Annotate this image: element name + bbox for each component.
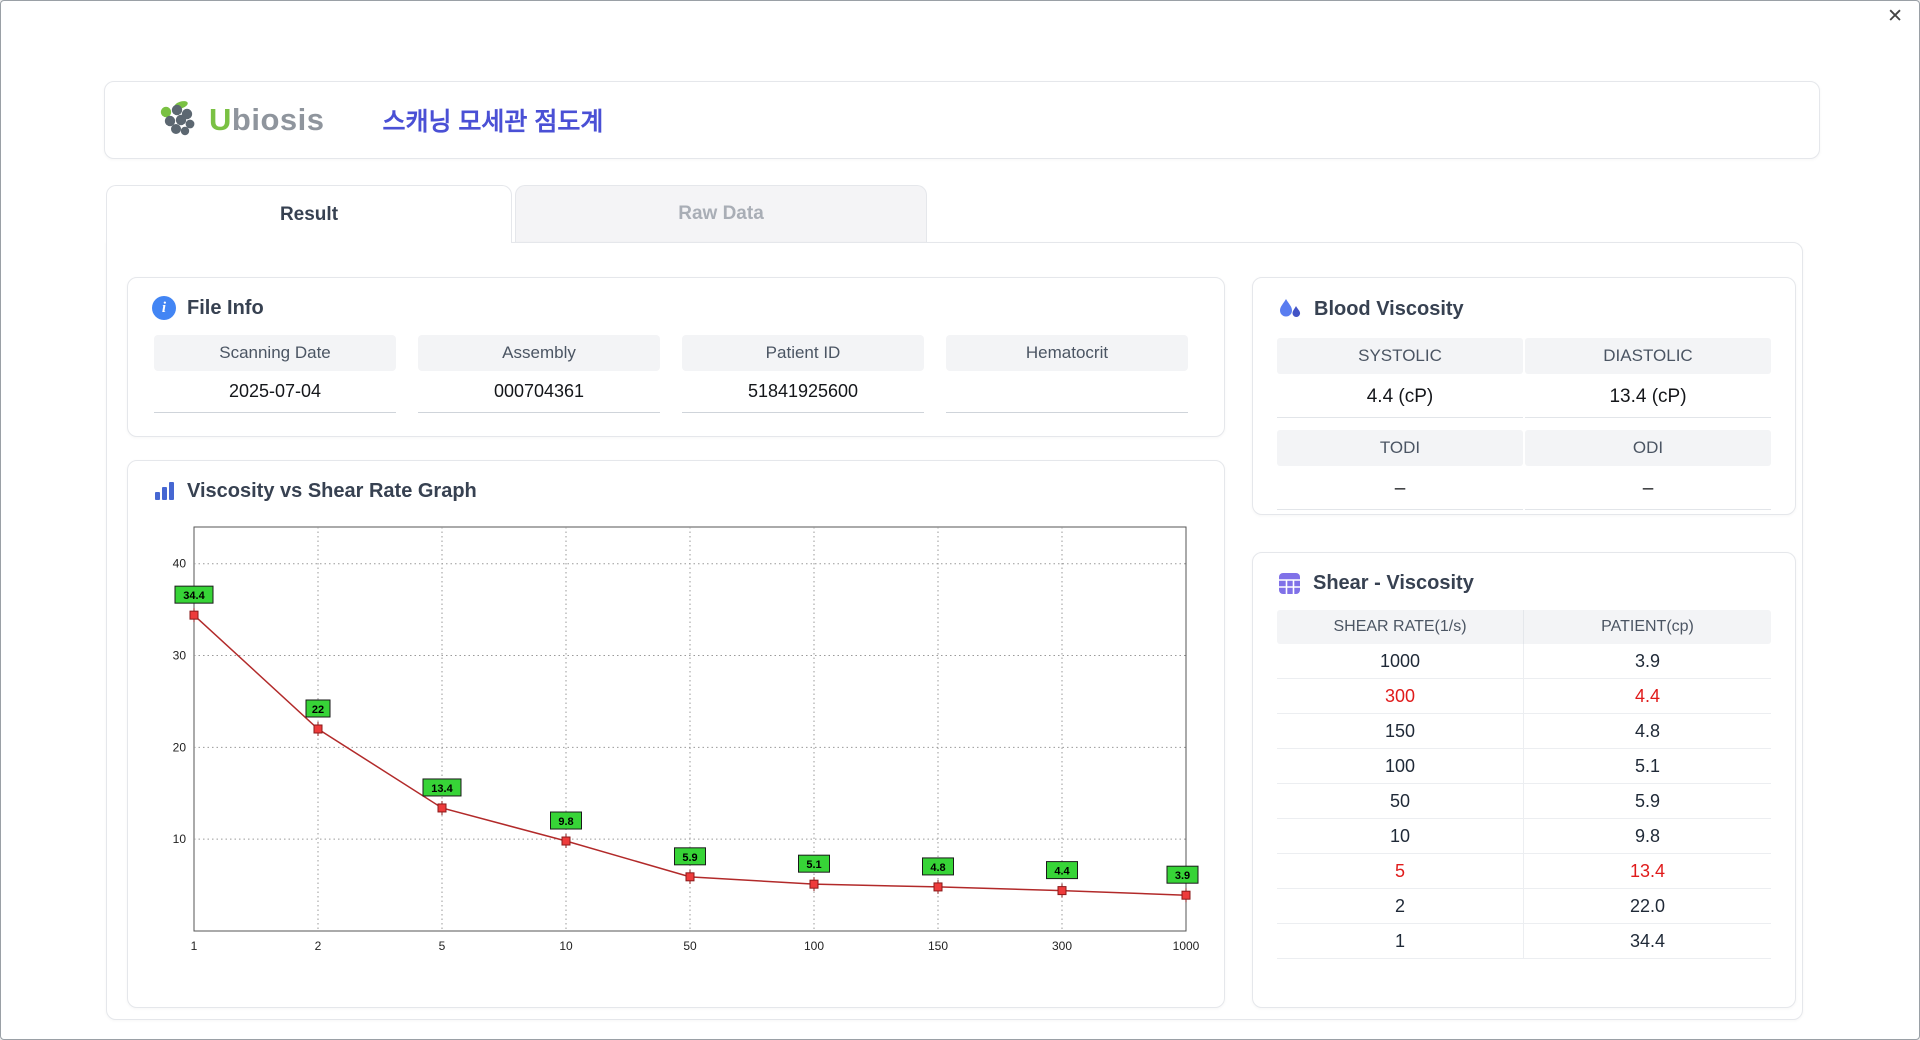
page-title: 스캐닝 모세관 점도계	[382, 108, 604, 136]
shear-cell: 150	[1277, 714, 1524, 748]
svg-text:300: 300	[1052, 939, 1072, 953]
field-assembly: Assembly 000704361	[418, 335, 660, 413]
header: Ubiosis 스캐닝 모세관 점도계	[104, 81, 1820, 159]
viscosity-chart: 10 20 30 40 1 2 5 10 50 100 150 300 1000 34.4 22 13.4 9.…	[152, 511, 1200, 990]
table-row: 1 34.4	[1277, 924, 1771, 959]
field-value	[946, 371, 1188, 413]
tab-result[interactable]: Result	[106, 185, 512, 243]
patient-cell: 9.8	[1634, 825, 1661, 846]
table-row: 10 9.8	[1277, 819, 1771, 854]
svg-text:150: 150	[928, 939, 948, 953]
viscosity-graph-card: Viscosity vs Shear Rate Graph 10 20 30 40 1 2…	[127, 460, 1225, 1008]
svg-text:40: 40	[173, 557, 187, 571]
table-row: 100 5.1	[1277, 749, 1771, 784]
shear-cell: 1000	[1277, 644, 1524, 678]
shear-cell: 1	[1277, 924, 1524, 958]
todi-value: –	[1277, 468, 1523, 510]
shear-cell: 10	[1277, 819, 1524, 853]
patient-cell: 4.4	[1634, 685, 1661, 706]
grape-cluster-icon	[160, 101, 195, 136]
svg-text:50: 50	[683, 939, 697, 953]
svg-text:5: 5	[439, 939, 446, 953]
svg-text:13.4: 13.4	[431, 783, 453, 795]
line-chart: 10 20 30 40 1 2 5 10 50 100 150 300 1000 34.4 22 13.4 9.…	[173, 526, 1200, 953]
shear-cell: 2	[1277, 889, 1524, 923]
svg-text:100: 100	[804, 939, 824, 953]
field-hematocrit: Hematocrit	[946, 335, 1188, 413]
svg-text:9.8: 9.8	[558, 816, 573, 828]
table-icon	[1279, 573, 1300, 594]
close-icon[interactable]: ✕	[1887, 7, 1903, 26]
shear-table-header: SHEAR RATE(1/s) PATIENT(cp)	[1277, 610, 1771, 644]
svg-text:34.4: 34.4	[183, 590, 205, 602]
svg-text:3.9: 3.9	[1175, 870, 1190, 882]
odi-header: ODI	[1525, 430, 1771, 466]
field-scanning-date: Scanning Date 2025-07-04	[154, 335, 396, 413]
systolic-header: SYSTOLIC	[1277, 338, 1523, 374]
logo-text: Ubiosis	[209, 102, 325, 137]
svg-text:4.4: 4.4	[1054, 866, 1070, 878]
col-shear-rate: SHEAR RATE(1/s)	[1277, 610, 1524, 644]
shear-cell: 5	[1277, 854, 1524, 888]
svg-text:22: 22	[312, 704, 324, 716]
svg-text:30: 30	[173, 649, 187, 663]
svg-text:5.1: 5.1	[806, 859, 821, 871]
shear-table-body: 1000 3.9 300 4.4 150 4.8 100 5.1 50 5.9 …	[1277, 644, 1771, 959]
app-window: ✕ Ubiosis 스캐닝 모세관 점도계 Result Raw Data i	[0, 0, 1920, 1040]
blood-viscosity-title: Blood Viscosity	[1314, 297, 1464, 320]
tab-raw-data[interactable]: Raw Data	[515, 185, 927, 242]
diastolic-value: 13.4 (cP)	[1525, 376, 1771, 418]
svg-text:5.9: 5.9	[682, 852, 697, 864]
field-value: 2025-07-04	[154, 371, 396, 413]
svg-text:2: 2	[315, 939, 322, 953]
field-patient-id: Patient ID 51841925600	[682, 335, 924, 413]
file-info-title: File Info	[187, 296, 264, 319]
field-label: Scanning Date	[154, 335, 396, 371]
todi-header: TODI	[1277, 430, 1523, 466]
col-patient: PATIENT(cp)	[1601, 618, 1694, 635]
svg-text:1000: 1000	[1173, 939, 1200, 953]
odi-value: –	[1525, 468, 1771, 510]
field-label: Hematocrit	[946, 335, 1188, 371]
file-info-card: i File Info Scanning Date 2025-07-04 Ass…	[127, 277, 1225, 437]
svg-text:20: 20	[173, 740, 187, 754]
field-label: Assembly	[418, 335, 660, 371]
field-value: 51841925600	[682, 371, 924, 413]
table-row: 5 13.4	[1277, 854, 1771, 889]
diastolic-header: DIASTOLIC	[1525, 338, 1771, 374]
svg-text:10: 10	[559, 939, 573, 953]
table-row: 300 4.4	[1277, 679, 1771, 714]
blood-viscosity-card: Blood Viscosity SYSTOLIC DIASTOLIC 4.4 (…	[1252, 277, 1796, 515]
shear-cell: 300	[1277, 679, 1524, 713]
table-row: 50 5.9	[1277, 784, 1771, 819]
patient-cell: 3.9	[1634, 650, 1661, 671]
graph-title: Viscosity vs Shear Rate Graph	[187, 479, 477, 502]
shear-cell: 100	[1277, 749, 1524, 783]
patient-cell: 22.0	[1629, 895, 1666, 916]
table-row: 1000 3.9	[1277, 644, 1771, 679]
field-label: Patient ID	[682, 335, 924, 371]
bar-chart-icon	[155, 482, 174, 500]
shear-viscosity-card: Shear - Viscosity SHEAR RATE(1/s) PATIEN…	[1252, 552, 1796, 1008]
patient-cell: 4.8	[1634, 720, 1661, 741]
table-row: 150 4.8	[1277, 714, 1771, 749]
shear-viscosity-title: Shear - Viscosity	[1313, 572, 1474, 594]
systolic-value: 4.4 (cP)	[1277, 376, 1523, 418]
svg-text:10: 10	[173, 832, 187, 846]
patient-cell: 5.9	[1634, 790, 1661, 811]
shear-cell: 50	[1277, 784, 1524, 818]
table-row: 2 22.0	[1277, 889, 1771, 924]
svg-text:1: 1	[191, 939, 198, 953]
ubiosis-logo: Ubiosis	[155, 100, 324, 140]
patient-cell: 13.4	[1629, 860, 1666, 881]
svg-text:4.8: 4.8	[930, 862, 945, 874]
info-icon: i	[152, 296, 176, 320]
patient-cell: 34.4	[1629, 930, 1666, 951]
patient-cell: 5.1	[1634, 755, 1661, 776]
droplets-icon	[1280, 299, 1301, 317]
field-value: 000704361	[418, 371, 660, 413]
